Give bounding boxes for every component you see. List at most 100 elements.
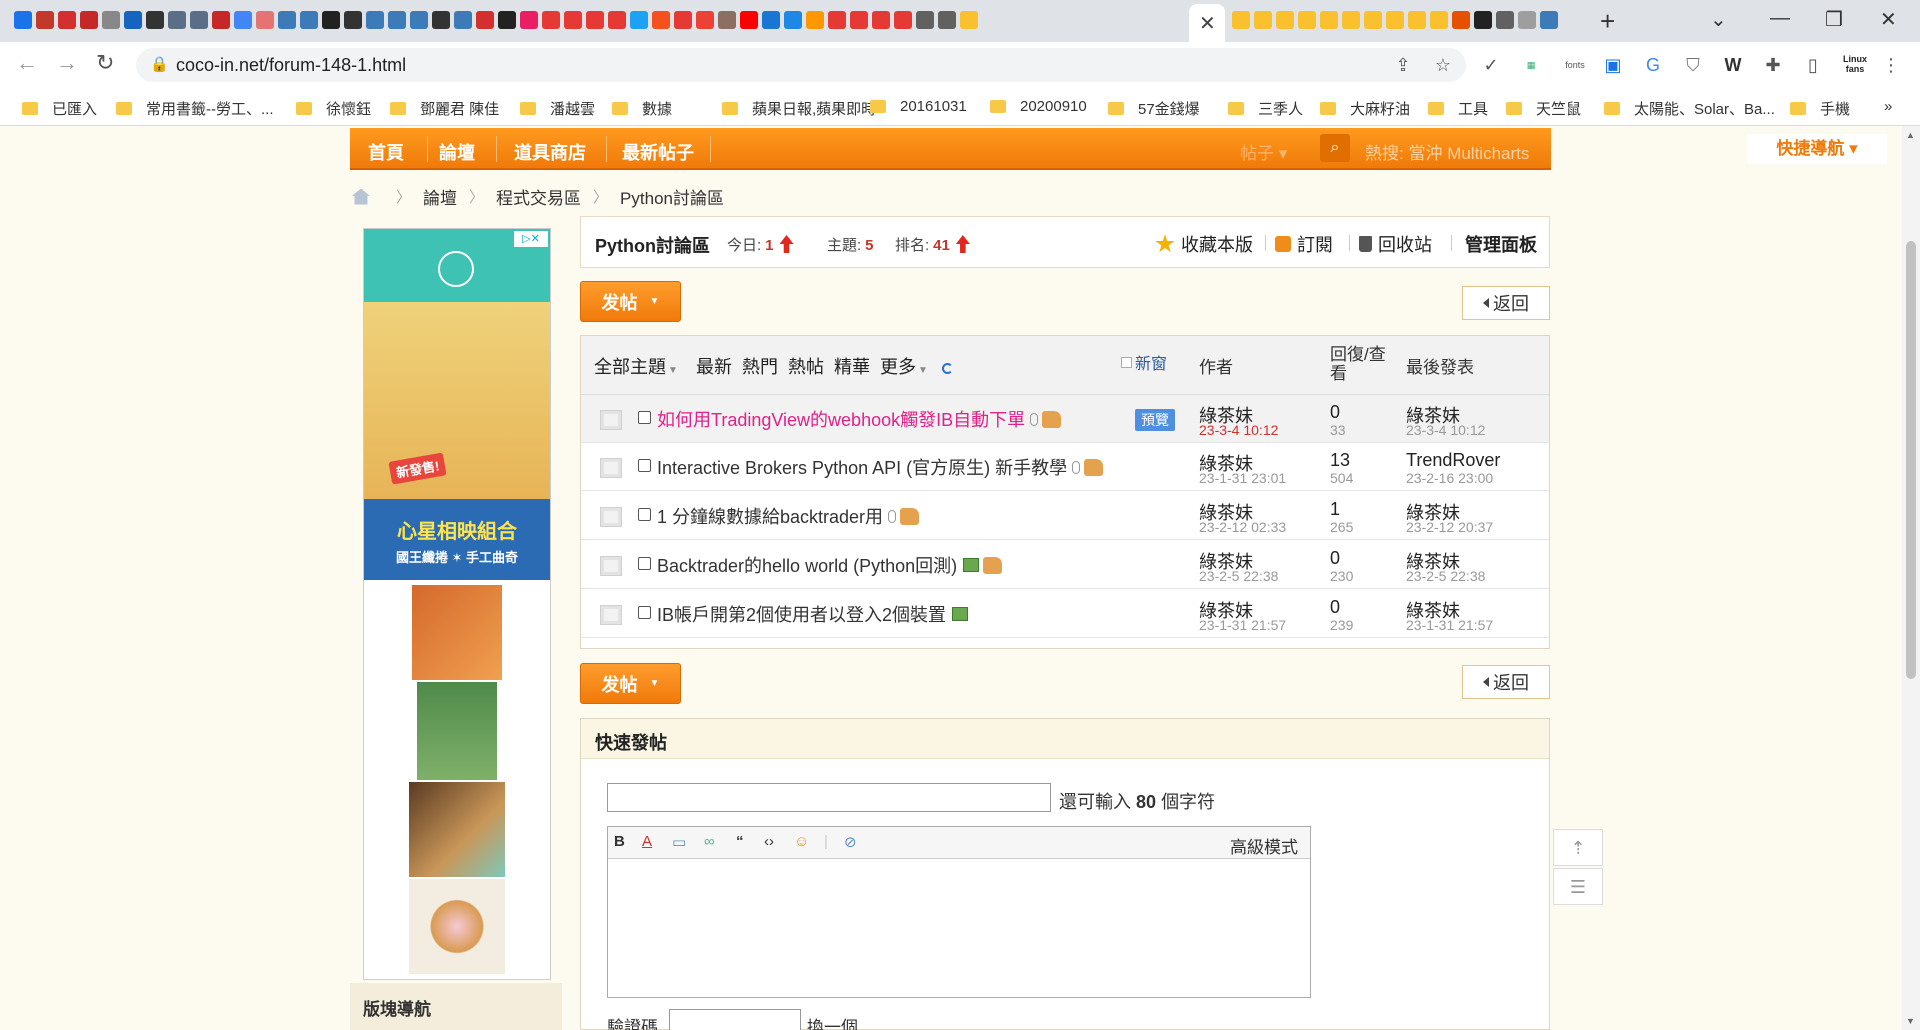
pinned-tab-icon[interactable] [476, 11, 494, 29]
bookmark-item[interactable]: 鄧麗君 陳佳 [390, 98, 499, 119]
folder-icon[interactable] [600, 556, 622, 576]
pinned-tab-icon[interactable] [190, 11, 208, 29]
pinned-tab-icon[interactable] [542, 11, 560, 29]
pinned-tab-icon[interactable] [14, 11, 32, 29]
pinned-tab-icon[interactable] [124, 11, 142, 29]
tab-search-icon[interactable]: ⌄ [1710, 7, 1727, 32]
pinned-tab-icon[interactable] [586, 11, 604, 29]
link-icon[interactable]: ∞ [704, 833, 715, 850]
w-extension-icon[interactable]: W [1722, 54, 1744, 76]
bold-icon[interactable]: B [614, 833, 625, 850]
table-row[interactable]: Backtrader的hello world (Python回測) 綠茶妹 23-2… [581, 541, 1549, 589]
bookmark-item[interactable]: 57金錢爆 [1108, 98, 1200, 119]
search-icon[interactable]: ⌕ [1320, 134, 1350, 162]
nav-shop[interactable]: 道具商店 [514, 139, 586, 165]
thread-checkbox[interactable] [638, 557, 651, 570]
thread-title[interactable]: IB帳戶開第2個使用者以登入2個裝置 [657, 601, 969, 627]
table-row[interactable]: 如何用TradingView的webhook觸發IB自動下單 預覽 綠茶妹 23-3-… [581, 395, 1549, 443]
last-post-date[interactable]: 23-2-12 20:37 [1406, 519, 1493, 535]
bookmark-item[interactable]: 數據 [612, 98, 672, 119]
font-color-icon[interactable]: A [642, 833, 652, 850]
quick-nav-button[interactable]: 快捷導航 ▾ [1747, 134, 1887, 164]
bookmark-item[interactable]: 已匯入 [22, 98, 97, 119]
sidebar-icon[interactable]: ▯ [1802, 54, 1824, 76]
scrollbar-thumb[interactable] [1906, 241, 1916, 679]
last-post-user[interactable]: TrendRover [1406, 450, 1500, 471]
active-tab[interactable]: ✕ [1189, 4, 1225, 42]
close-window-icon[interactable]: ✕ [1880, 7, 1897, 32]
bookmark-item[interactable]: 潘越雲 [520, 98, 595, 119]
pinned-tab-icon[interactable] [784, 11, 802, 29]
pinned-tab-icon[interactable] [1408, 11, 1426, 29]
post-editor[interactable]: B A ▭ ∞ “ ‹› ☺ | ⊘ 高級模式 [607, 826, 1311, 998]
subscribe-button[interactable]: 訂閱 [1275, 231, 1333, 257]
puzzle-icon[interactable]: ✚ [1762, 54, 1784, 76]
reply-count[interactable]: 0 [1330, 597, 1340, 618]
pinned-tab-icon[interactable] [1430, 11, 1448, 29]
bookmark-item[interactable]: 天竺鼠 [1506, 98, 1581, 119]
quote-icon[interactable]: “ [736, 833, 744, 850]
pinned-tab-icon[interactable] [1496, 11, 1514, 29]
address-bar[interactable]: 🔒 coco-in.net/forum-148-1.html ⇪ ☆ [136, 48, 1466, 82]
reply-count[interactable]: 0 [1330, 402, 1340, 423]
pinned-tab-icon[interactable] [1364, 11, 1382, 29]
last-post-date[interactable]: 23-2-5 22:38 [1406, 568, 1485, 584]
advanced-mode-link[interactable]: 高級模式 [1230, 833, 1298, 858]
captcha-input[interactable] [669, 1009, 801, 1030]
pinned-tab-icon[interactable] [1254, 11, 1272, 29]
pinned-tab-icon[interactable] [212, 11, 230, 29]
reply-count[interactable]: 13 [1330, 450, 1350, 471]
filter-hot[interactable]: 熱門 [742, 353, 778, 379]
more-bookmarks-icon[interactable]: » [1884, 98, 1892, 115]
nav-home[interactable]: 首頁 [368, 139, 404, 165]
bookmark-item[interactable]: 三季人 [1228, 98, 1303, 119]
pinned-tab-icon[interactable] [1232, 11, 1250, 29]
pinned-tab-icon[interactable] [1320, 11, 1338, 29]
pinned-tab-icon[interactable] [278, 11, 296, 29]
home-icon[interactable] [352, 188, 370, 205]
pinned-tab-icon[interactable] [938, 11, 956, 29]
subject-input[interactable] [607, 783, 1051, 812]
pinned-tab-icon[interactable] [1518, 11, 1536, 29]
code-icon[interactable]: ‹› [764, 833, 774, 850]
nav-latest[interactable]: 最新帖子 [622, 139, 694, 165]
last-post-date[interactable]: 23-1-31 21:57 [1406, 617, 1493, 633]
bookmark-item[interactable]: 手機 [1790, 98, 1850, 119]
back-button-bottom[interactable]: 返回 [1462, 665, 1550, 699]
bookmark-item[interactable]: 徐懷鈺 [296, 98, 371, 119]
pinned-tab-icon[interactable] [410, 11, 428, 29]
pinned-tab-icon[interactable] [36, 11, 54, 29]
nav-forum[interactable]: 論壇 [439, 139, 475, 165]
filter-latest[interactable]: 最新 [696, 353, 732, 379]
pinned-tab-icon[interactable] [674, 11, 692, 29]
ad-product-bag[interactable] [417, 682, 497, 780]
captcha-refresh-link[interactable]: 換一個 [807, 1013, 858, 1030]
check-extension-icon[interactable]: ✓ [1480, 54, 1502, 76]
pinned-tab-icon[interactable] [564, 11, 582, 29]
filter-more[interactable]: 更多 ▼ [880, 353, 953, 379]
reply-count[interactable]: 0 [1330, 548, 1340, 569]
url-text[interactable]: coco-in.net/forum-148-1.html [176, 55, 406, 76]
pinned-tab-icon[interactable] [234, 11, 252, 29]
maximize-icon[interactable]: ❐ [1825, 7, 1843, 32]
pinned-tab-icon[interactable] [652, 11, 670, 29]
scroll-top-icon[interactable]: ⇡ [1553, 829, 1603, 866]
hot-search-terms[interactable]: 當沖 Multicharts [1408, 144, 1529, 163]
thread-title[interactable]: 1 分鐘線數據給backtrader用 [657, 503, 920, 529]
ad-product-round-tin[interactable] [409, 879, 505, 974]
forward-arrow-icon[interactable]: → [56, 50, 78, 76]
pinned-tab-icon[interactable] [58, 11, 76, 29]
share-icon[interactable]: ⇪ [1392, 54, 1414, 76]
bookmark-item[interactable]: 20200910 [990, 98, 1087, 115]
folder-icon[interactable] [600, 605, 622, 625]
list-icon[interactable]: ☰ [1553, 868, 1603, 905]
last-post-date[interactable]: 23-2-16 23:00 [1406, 470, 1493, 486]
pinned-tab-icon[interactable] [146, 11, 164, 29]
pinned-tab-icon[interactable] [1474, 11, 1492, 29]
ad-product-tin[interactable] [412, 585, 502, 680]
pinned-tab-icon[interactable] [1386, 11, 1404, 29]
pinned-tab-icon[interactable] [894, 11, 912, 29]
new-tab-button[interactable]: + [1600, 6, 1615, 37]
filter-hot-posts[interactable]: 熱帖 [788, 353, 824, 379]
pinned-tab-icon[interactable] [740, 11, 758, 29]
